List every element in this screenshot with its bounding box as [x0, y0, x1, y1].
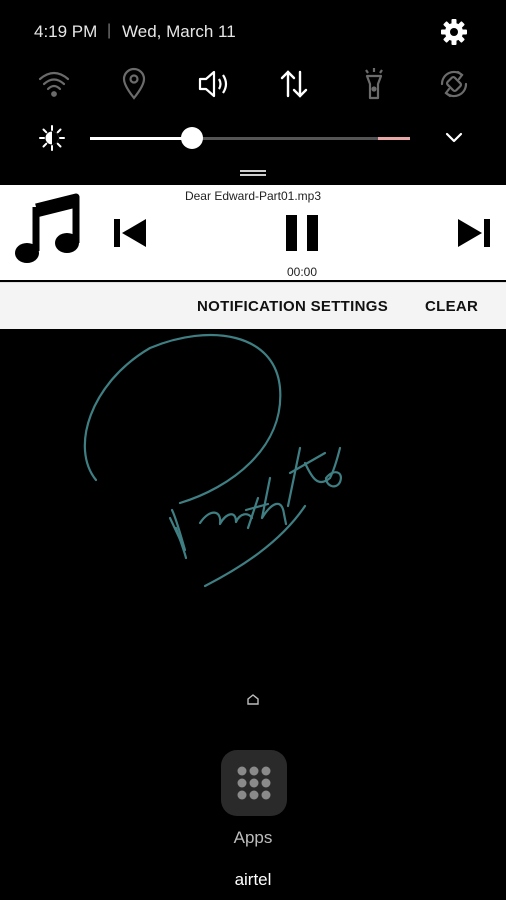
next-icon[interactable] [452, 213, 496, 253]
wallpaper-signature [0, 328, 506, 668]
clock: 4:19 PM [34, 22, 98, 41]
notification-settings-button[interactable]: NOTIFICATION SETTINGS [197, 298, 388, 315]
location-icon[interactable] [114, 64, 154, 104]
clear-button[interactable]: CLEAR [425, 298, 478, 315]
apps-drawer-button[interactable] [221, 750, 287, 816]
status-bar: 4:19 PM | Wed, March 11 [0, 0, 506, 64]
slider-filled-track [90, 137, 193, 140]
media-notification[interactable]: Dear Edward-Part01.mp3 00:00 [0, 185, 506, 280]
apps-label: Apps [233, 828, 273, 847]
notification-actions-bar: NOTIFICATION SETTINGS CLEAR [0, 282, 506, 329]
date: Wed, March 11 [122, 22, 236, 41]
previous-icon[interactable] [108, 213, 152, 253]
flashlight-icon[interactable] [354, 64, 394, 104]
carrier-name: airtel [234, 870, 272, 889]
slider-empty-track [192, 137, 378, 140]
brightness-icon [38, 124, 66, 152]
pause-icon[interactable] [282, 211, 322, 255]
home-indicator-icon [246, 692, 260, 706]
chevron-down-icon[interactable] [440, 126, 468, 150]
mobile-data-icon[interactable] [274, 64, 314, 104]
wifi-icon[interactable] [34, 64, 74, 104]
apps-grid-icon [237, 766, 271, 800]
media-elapsed-time: 00:00 [286, 265, 318, 279]
slider-thumb[interactable] [181, 127, 204, 149]
status-separator: | [107, 22, 112, 39]
quick-settings-row [0, 64, 506, 110]
music-note-icon [12, 193, 82, 265]
settings-gear-icon[interactable] [438, 16, 470, 48]
drag-handle[interactable] [240, 170, 266, 178]
sound-icon[interactable] [194, 64, 234, 104]
auto-rotate-icon[interactable] [434, 64, 474, 104]
brightness-row [0, 118, 506, 158]
slider-end-marker [378, 137, 410, 140]
